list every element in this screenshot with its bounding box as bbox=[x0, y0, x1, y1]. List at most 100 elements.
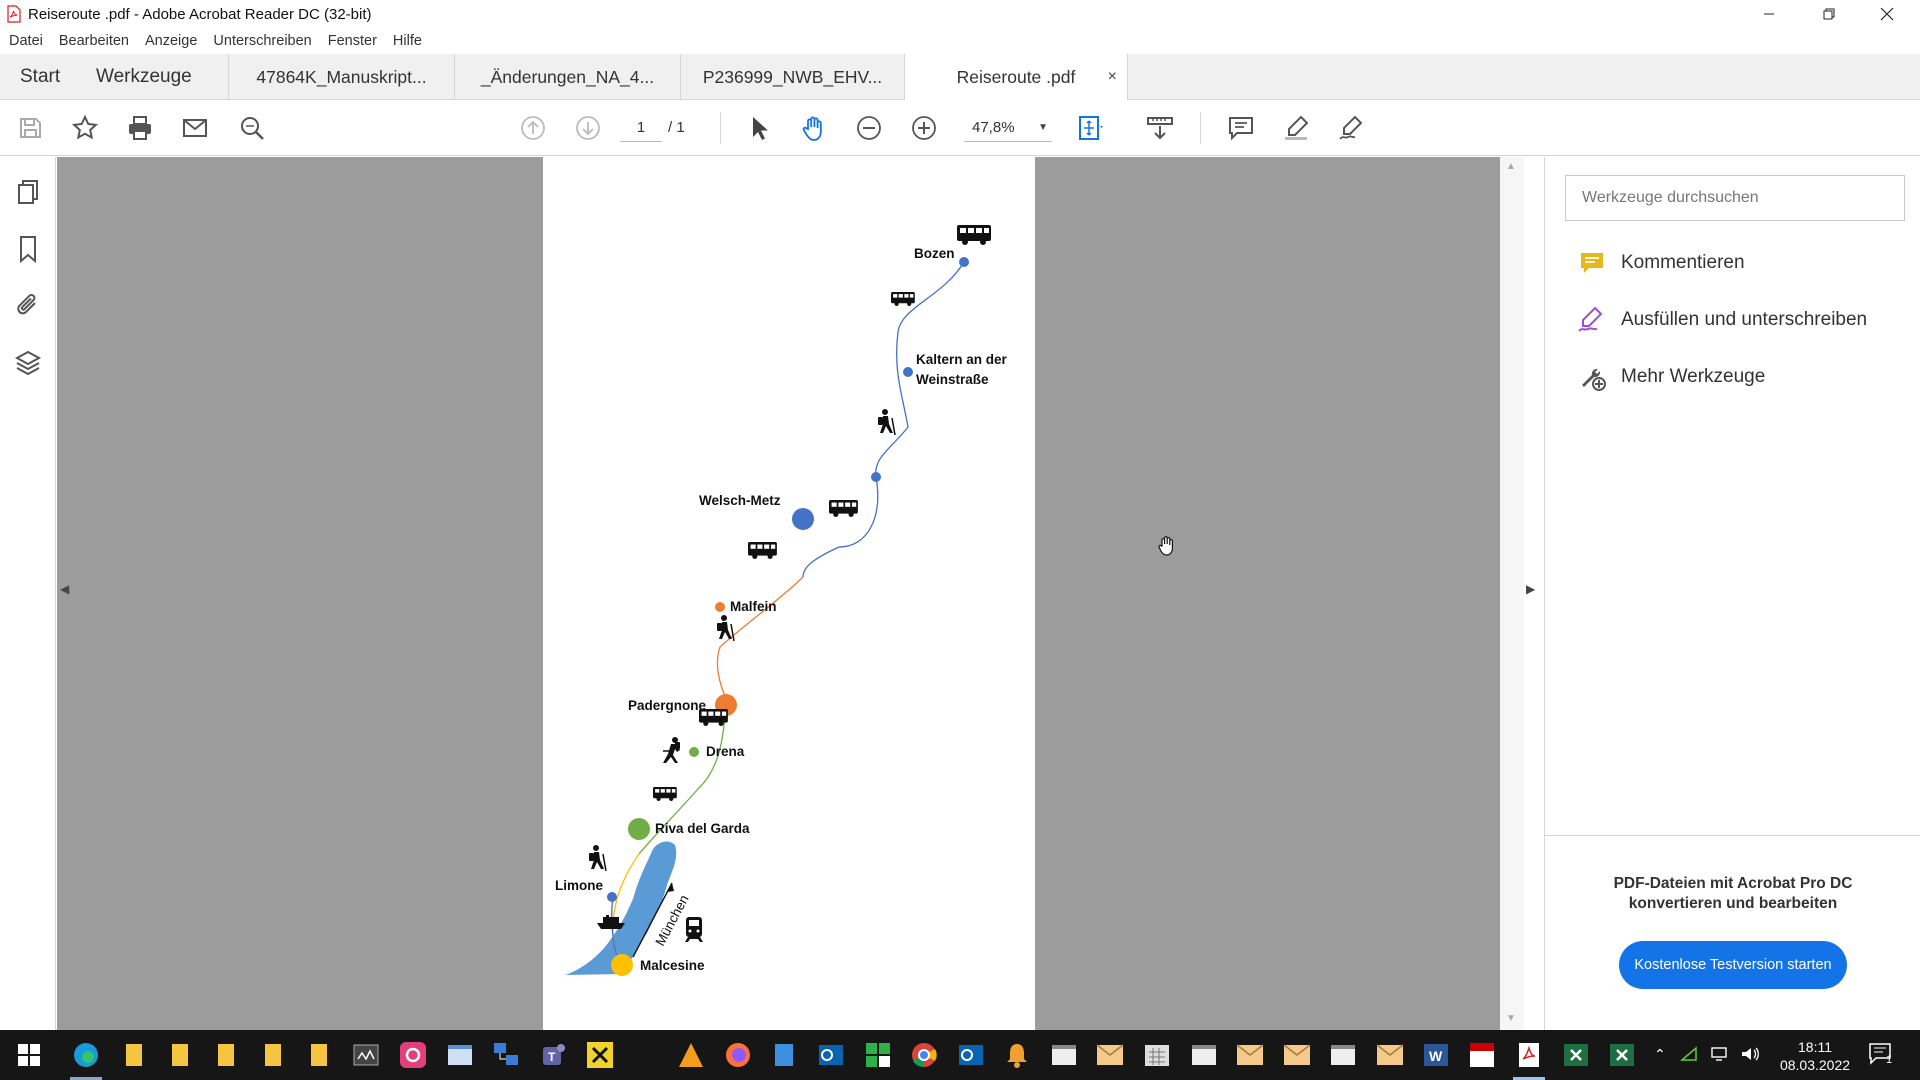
taskbar-window-app[interactable] bbox=[444, 1039, 476, 1071]
menu-datei[interactable]: Datei bbox=[9, 33, 43, 49]
folder-icon bbox=[126, 1044, 142, 1066]
menu-fenster[interactable]: Fenster bbox=[328, 33, 377, 49]
tab-document-1[interactable]: 47864K_Manuskript... bbox=[228, 54, 454, 100]
taskbar-word[interactable]: W bbox=[1420, 1039, 1452, 1071]
vertical-scrollbar[interactable]: ▲ ▼ bbox=[1500, 157, 1524, 1030]
layers-icon bbox=[14, 350, 42, 376]
taskbar-mail-4[interactable] bbox=[1374, 1039, 1406, 1071]
tool-ausfuellen-unterschreiben[interactable]: Ausfüllen und unterschreiben bbox=[1577, 304, 1867, 336]
volume-icon[interactable] bbox=[1740, 1046, 1760, 1065]
taskbar-window-3[interactable] bbox=[1188, 1039, 1220, 1071]
taskbar-explorer-3[interactable] bbox=[210, 1039, 242, 1071]
taskbar-app-1[interactable] bbox=[350, 1039, 382, 1071]
tray-app-icon[interactable] bbox=[1679, 1046, 1698, 1065]
folder-icon bbox=[172, 1044, 188, 1066]
taskbar-excel-1[interactable] bbox=[1560, 1039, 1592, 1071]
menu-bearbeiten[interactable]: Bearbeiten bbox=[59, 33, 129, 49]
taskbar-outlook-2[interactable] bbox=[955, 1039, 987, 1071]
windows-taskbar: T W ⌃ 18:11 08.03.2022 1 bbox=[0, 1030, 1920, 1080]
tab-document-active[interactable]: Reiseroute .pdf × bbox=[904, 54, 1128, 101]
comment-button[interactable] bbox=[1225, 112, 1257, 144]
zoom-level-select[interactable]: 47,8% ▼ bbox=[964, 114, 1052, 142]
tools-search-input[interactable]: Werkzeuge durchsuchen bbox=[1565, 175, 1905, 221]
fit-page-button[interactable] bbox=[1075, 112, 1107, 144]
node-limone bbox=[607, 892, 617, 902]
taskbar-window-4[interactable] bbox=[1327, 1039, 1359, 1071]
scroll-up-icon[interactable]: ▲ bbox=[1506, 161, 1516, 172]
route-map: München Bozen Kaltern an der Weinstraße W… bbox=[555, 225, 1008, 976]
save-button[interactable] bbox=[14, 112, 46, 144]
zoom-in-icon bbox=[912, 116, 936, 140]
taskbar-outlook-1[interactable] bbox=[815, 1039, 847, 1071]
tray-chevron-up-icon[interactable]: ⌃ bbox=[1654, 1046, 1666, 1063]
notification-center-button[interactable]: 1 bbox=[1868, 1042, 1894, 1069]
taskbar-onedrive[interactable] bbox=[768, 1039, 800, 1071]
menu-unterschreiben[interactable]: Unterschreiben bbox=[213, 33, 311, 49]
restore-button[interactable] bbox=[1800, 0, 1858, 28]
start-button[interactable] bbox=[13, 1039, 45, 1071]
highlight-button[interactable] bbox=[1280, 112, 1312, 144]
taskbar-excel-2[interactable] bbox=[1606, 1039, 1638, 1071]
taskbar-network-app[interactable] bbox=[490, 1039, 522, 1071]
collapse-right-pane-button[interactable]: ▶ bbox=[1526, 582, 1535, 596]
page-number-input[interactable]: 1 bbox=[620, 114, 662, 142]
taskbar-explorer-1[interactable] bbox=[118, 1039, 150, 1071]
tool-mehr-werkzeuge[interactable]: Mehr Werkzeuge bbox=[1577, 361, 1765, 393]
sign-button[interactable] bbox=[1335, 112, 1367, 144]
tab-document-2[interactable]: _Änderungen_NA_4... bbox=[454, 54, 680, 100]
hand-tool-button[interactable] bbox=[798, 112, 830, 144]
zoom-in-button[interactable] bbox=[908, 112, 940, 144]
bookmark-star-button[interactable] bbox=[69, 112, 101, 144]
taskbar-creative-cloud[interactable] bbox=[397, 1039, 429, 1071]
taskbar-window-2[interactable] bbox=[1048, 1039, 1080, 1071]
taskbar-firefox[interactable] bbox=[722, 1039, 754, 1071]
select-tool-button[interactable] bbox=[743, 112, 775, 144]
mail-icon bbox=[183, 119, 207, 137]
label-kaltern: Kaltern an der Weinstraße bbox=[916, 352, 1008, 387]
layers-button[interactable] bbox=[12, 347, 44, 379]
taskbar-mail-2[interactable] bbox=[1234, 1039, 1266, 1071]
menu-hilfe[interactable]: Hilfe bbox=[393, 33, 422, 49]
taskbar-app-triangle[interactable] bbox=[675, 1039, 707, 1071]
taskbar-green-app[interactable] bbox=[862, 1039, 894, 1071]
mex-icon bbox=[1470, 1043, 1494, 1067]
bookmarks-button[interactable] bbox=[12, 233, 44, 265]
taskbar-chrome[interactable] bbox=[908, 1039, 940, 1071]
system-clock[interactable]: 18:11 08.03.2022 bbox=[1775, 1038, 1855, 1074]
scroll-down-icon[interactable]: ▼ bbox=[1506, 1013, 1516, 1024]
scroll-mode-button[interactable] bbox=[1144, 112, 1176, 144]
tab-werkzeuge[interactable]: Werkzeuge bbox=[96, 54, 192, 100]
email-button[interactable] bbox=[179, 112, 211, 144]
taskbar-reminder[interactable] bbox=[1001, 1039, 1033, 1071]
bookmark-icon bbox=[20, 236, 36, 263]
free-trial-button[interactable]: Kostenlose Testversion starten bbox=[1619, 941, 1847, 989]
attachments-button[interactable] bbox=[12, 289, 44, 321]
tab-start[interactable]: Start bbox=[0, 54, 80, 100]
taskbar-mail-1[interactable] bbox=[1094, 1039, 1126, 1071]
taskbar-explorer-5[interactable] bbox=[303, 1039, 335, 1071]
tool-kommentieren[interactable]: Kommentieren bbox=[1577, 247, 1745, 279]
grid-app-icon bbox=[866, 1043, 890, 1067]
page-down-button[interactable] bbox=[572, 112, 604, 144]
taskbar-teams[interactable]: T bbox=[537, 1039, 569, 1071]
taskbar-explorer-4[interactable] bbox=[257, 1039, 289, 1071]
page-up-button[interactable] bbox=[517, 112, 549, 144]
collapse-left-pane-button[interactable]: ◀ bbox=[60, 582, 69, 596]
taskbar-acrobat[interactable] bbox=[1513, 1039, 1545, 1071]
zoom-out-button[interactable] bbox=[853, 112, 885, 144]
tab-document-3[interactable]: P236999_NWB_EHV... bbox=[680, 54, 904, 100]
taskbar-calendar[interactable] bbox=[1141, 1039, 1173, 1071]
menu-anzeige[interactable]: Anzeige bbox=[145, 33, 197, 49]
taskbar-explorer-2[interactable] bbox=[164, 1039, 196, 1071]
taskbar-mex-app[interactable] bbox=[1466, 1039, 1498, 1071]
close-window-button[interactable] bbox=[1858, 0, 1916, 28]
search-button[interactable] bbox=[236, 112, 268, 144]
taskbar-app-x[interactable] bbox=[584, 1039, 616, 1071]
taskbar-edge[interactable] bbox=[70, 1039, 102, 1071]
tab-close-button[interactable]: × bbox=[1108, 54, 1117, 100]
minimize-button[interactable] bbox=[1740, 0, 1798, 28]
taskbar-mail-3[interactable] bbox=[1281, 1039, 1313, 1071]
network-status-icon[interactable] bbox=[1710, 1046, 1730, 1065]
page-thumbnails-button[interactable] bbox=[12, 177, 44, 209]
print-button[interactable] bbox=[124, 112, 156, 144]
